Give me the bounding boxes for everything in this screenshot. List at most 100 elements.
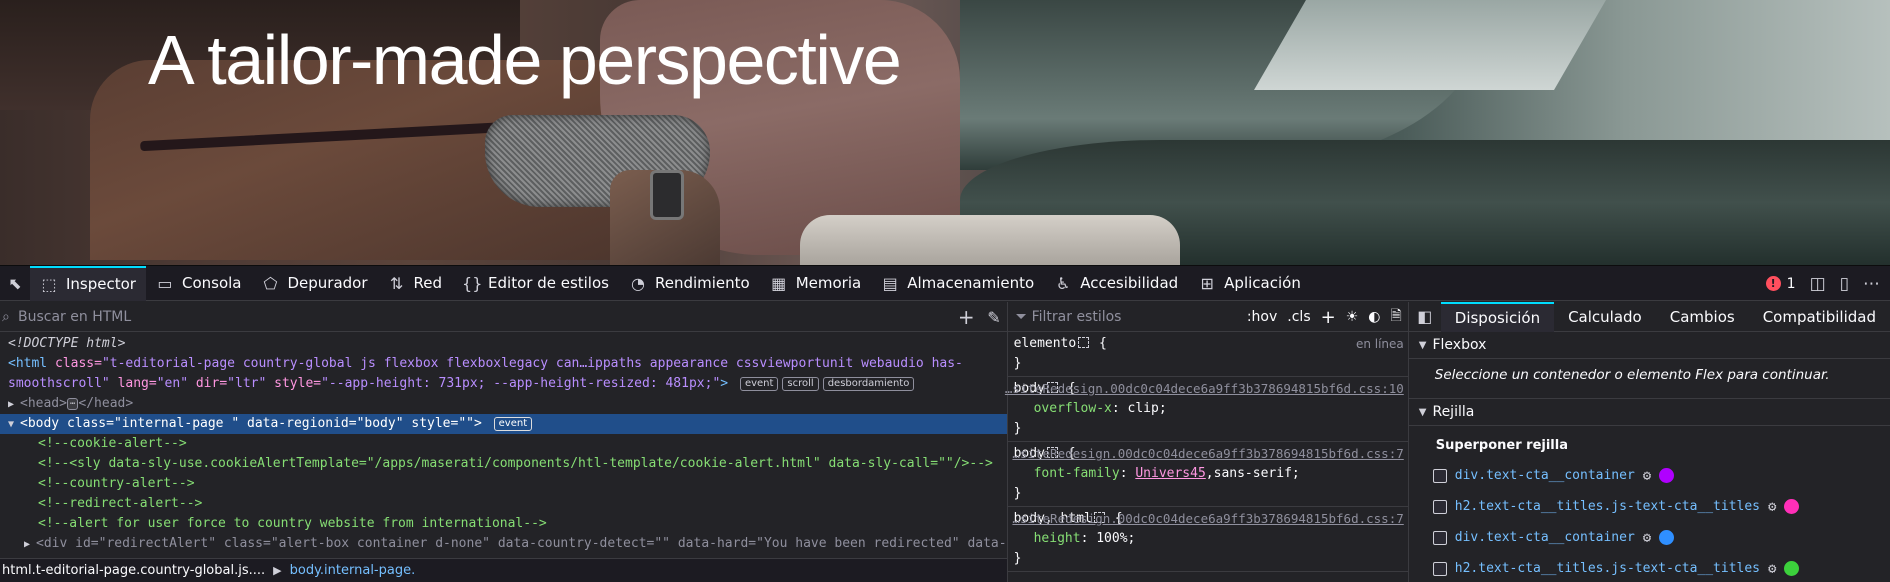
light-scheme-icon[interactable]: ☀ [1346, 309, 1359, 325]
event-badge[interactable]: event [493, 417, 533, 431]
selector-highlighter-icon[interactable] [1078, 337, 1090, 348]
layout-tab[interactable]: Compatibilidad [1749, 302, 1890, 332]
div-node[interactable]: ▶ <div id="redirectAlert" class="alert-bo… [0, 534, 1007, 554]
hero-car-pillar [1254, 0, 1606, 90]
highlight-element-icon[interactable]: ⚙ [1768, 499, 1776, 515]
tab-network[interactable]: ⇅ Red [378, 266, 453, 301]
grid-element-name[interactable]: h2.text-cta__titles.js-text-cta__titles [1455, 561, 1760, 576]
styles-filter-input[interactable]: Filtrar estilos [1032, 309, 1122, 325]
expand-icon[interactable]: ▶ [8, 395, 20, 414]
comment-node[interactable]: <!--redirect-alert--> [0, 494, 1007, 514]
css-declaration[interactable]: font-family: Univers45,sans-serif; [1014, 464, 1402, 484]
highlight-element-icon[interactable]: ⚙ [1643, 468, 1651, 484]
breadcrumb-item-body[interactable]: body.internal-page. [290, 563, 416, 578]
tab-inspector[interactable]: ⬚ Inspector [30, 265, 146, 301]
collapsed-content-icon[interactable]: ⋯ [66, 398, 79, 410]
tab-style-editor[interactable]: {} Editor de estilos [452, 266, 619, 301]
collapse-icon[interactable]: ▼ [8, 415, 20, 434]
comment-node[interactable]: <!--cookie-alert--> [0, 434, 1007, 454]
dock-side-icon[interactable]: ◫ [1810, 274, 1826, 294]
property-value[interactable]: clip [1128, 401, 1159, 416]
rule-selector[interactable]: elemento [1014, 336, 1077, 351]
grid-overlay-checkbox[interactable] [1432, 468, 1447, 483]
css-rule[interactable]: …siteRedesign.00dc0c04dece6a9ff3b3786948… [1007, 442, 1408, 507]
property-name[interactable]: height [1034, 531, 1081, 546]
css-declaration[interactable]: overflow-x: clip; [1014, 399, 1402, 419]
print-media-icon[interactable]: 🗎 [1391, 305, 1402, 329]
html-search-bar[interactable]: ⌕ Buscar en HTML + ✎ [0, 302, 1007, 332]
caret-down-icon: ▼ [1418, 339, 1427, 351]
layout-tab[interactable]: Disposición [1440, 301, 1555, 332]
grid-element-name[interactable]: div.text-cta__container [1455, 468, 1635, 483]
grid-color-swatch[interactable] [1784, 561, 1800, 576]
flexbox-section-header[interactable]: ▼ Flexbox [1408, 332, 1890, 359]
hero-seat [800, 215, 1180, 265]
event-badge[interactable]: event [739, 377, 779, 391]
debugger-icon: ⬠ [263, 273, 278, 293]
markup-tree: <!DOCTYPE html> <html class="t-editorial… [0, 332, 1007, 554]
highlight-element-icon[interactable]: ⚙ [1643, 530, 1651, 546]
responsive-design-icon[interactable]: ▯ [1840, 274, 1849, 294]
css-rule[interactable]: …siteRedesign.00dc0c04dece6a9ff3b3786948… [1007, 507, 1408, 572]
property-name[interactable]: overflow-x [1034, 401, 1112, 416]
css-rule[interactable]: en línea elemento {} [1007, 332, 1408, 377]
comment-node[interactable]: <!--country-alert--> [0, 474, 1007, 494]
tab-debugger[interactable]: ⬠ Depurador [251, 266, 377, 301]
property-value[interactable]: Univers45 [1135, 466, 1205, 481]
error-count-badge[interactable]: ! 1 [1765, 275, 1796, 292]
highlight-element-icon[interactable]: ⚙ [1768, 561, 1776, 577]
rule-source-link[interactable]: …siteRedesign.00dc0c04dece6a9ff3b3786948… [1012, 444, 1403, 464]
hov-toggle[interactable]: :hov [1247, 309, 1277, 325]
tab-console[interactable]: ▭ Consola [146, 266, 252, 301]
grid-element-name[interactable]: h2.text-cta__titles.js-text-cta__titles [1455, 499, 1760, 514]
expand-icon[interactable]: ▶ [24, 535, 36, 554]
comment-node[interactable]: <!--alert for user force to country webs… [0, 514, 1007, 534]
css-declaration[interactable]: height: 100%; [1014, 529, 1402, 549]
head-node[interactable]: ▶ <head> ⋯ </head> [0, 394, 1007, 414]
grid-overlay-checkbox[interactable] [1432, 499, 1447, 514]
grid-overlay-checkbox[interactable] [1432, 530, 1447, 545]
grid-section-header[interactable]: ▼ Rejilla [1408, 399, 1890, 426]
accessibility-icon: ♿ [1056, 273, 1071, 293]
grid-color-swatch[interactable] [1784, 499, 1800, 514]
grid-overlay-row: h2.text-cta__titles.js-text-cta__titles ⚙ [1409, 553, 1890, 582]
element-picker-icon[interactable]: ⬉ [0, 266, 30, 301]
toggle-sidebar-icon[interactable]: ◧ [1409, 307, 1441, 326]
css-rule[interactable]: …siteRedesign.00dc0c04dece6a9ff3b3786948… [1005, 377, 1408, 442]
body-node[interactable]: ▼ <body class="internal-page " data-regio… [0, 414, 1007, 434]
property-name[interactable]: font-family [1034, 466, 1120, 481]
tab-application[interactable]: ⊞ Aplicación [1188, 266, 1311, 301]
rule-source-link[interactable]: …siteRedesign.00dc0c04dece6a9ff3b3786948… [1012, 509, 1403, 529]
html-node[interactable]: <html class="t-editorial-page country-gl… [0, 354, 1007, 374]
breadcrumb-item-html[interactable]: html.t-editorial-page.country-global.js.… [2, 563, 265, 578]
add-node-icon[interactable]: + [958, 302, 975, 332]
rules-list: en línea elemento {} …siteRedesign.00dc0c0… [1005, 332, 1408, 572]
grid-color-swatch[interactable] [1659, 468, 1675, 483]
layout-tab[interactable]: Calculado [1554, 302, 1656, 332]
comment-node[interactable]: <!--<sly data-sly-use.cookieAlertTemplat… [0, 454, 1007, 474]
tab-accessibility[interactable]: ♿ Accesibilidad [1044, 266, 1188, 301]
eyedropper-icon[interactable]: ✎ [987, 302, 1000, 332]
rule-source-link[interactable]: …siteRedesign.00dc0c04dece6a9ff3b3786948… [1005, 379, 1404, 399]
scroll-badge[interactable]: scroll [782, 377, 819, 391]
tab-performance[interactable]: ◔ Rendimiento [619, 266, 760, 301]
close-brace: } [1013, 486, 1022, 501]
grid-overlay-checkbox[interactable] [1432, 561, 1447, 576]
doctype-node[interactable]: <!DOCTYPE html> [0, 334, 1007, 354]
grid-color-swatch[interactable] [1659, 530, 1675, 545]
property-value[interactable]: 100% [1096, 531, 1127, 546]
cls-toggle[interactable]: .cls [1287, 309, 1310, 325]
html-search-input[interactable]: Buscar en HTML [18, 309, 131, 325]
filter-icon: ⏷ [1015, 308, 1027, 325]
dark-scheme-icon[interactable]: ◐ [1368, 309, 1380, 325]
error-count: 1 [1786, 275, 1796, 292]
add-rule-icon[interactable]: + [1321, 307, 1336, 328]
tab-memory[interactable]: ▦ Memoria [760, 266, 872, 301]
grid-element-name[interactable]: div.text-cta__container [1455, 530, 1635, 545]
tab-storage[interactable]: ▤ Almacenamiento [871, 266, 1044, 301]
error-icon: ! [1765, 276, 1781, 291]
layout-tab[interactable]: Cambios [1656, 302, 1749, 332]
overflow-badge[interactable]: desbordamiento [822, 377, 915, 391]
more-options-icon[interactable]: ⋯ [1863, 274, 1880, 294]
styles-filter-bar[interactable]: ⏷ Filtrar estilos :hov .cls + ☀ ◐ 🗎 [1007, 302, 1408, 332]
